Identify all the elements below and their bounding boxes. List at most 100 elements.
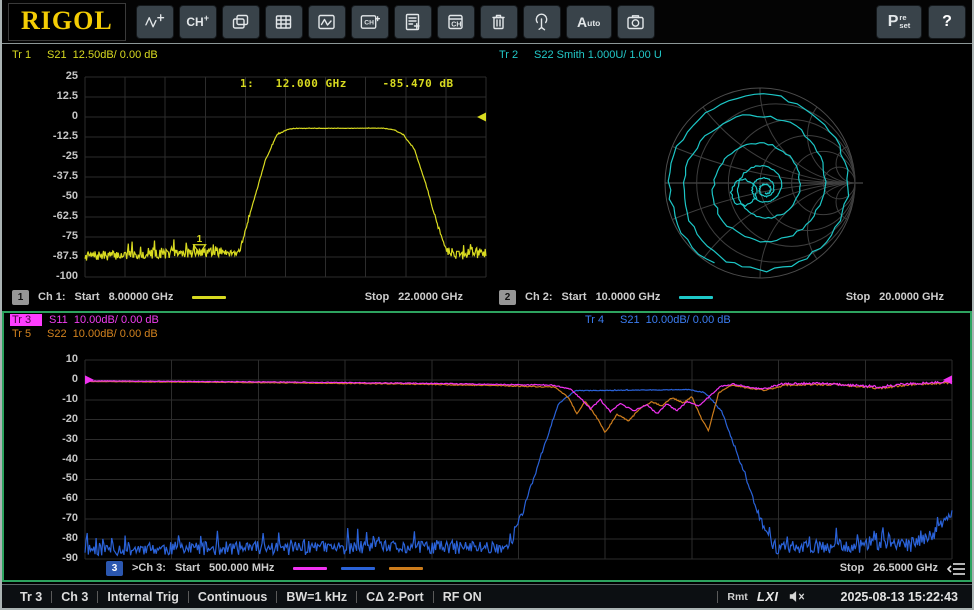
ch3-stop-value[interactable]: 26.5000 GHz bbox=[873, 562, 938, 574]
w2-smith-chart[interactable] bbox=[489, 46, 972, 309]
ch2-stop-label: Stop bbox=[846, 291, 870, 303]
grid bbox=[85, 77, 486, 277]
help-button[interactable]: ? bbox=[928, 5, 966, 39]
ch1-stop-label: Stop bbox=[365, 291, 389, 303]
trash-icon bbox=[488, 12, 509, 32]
status-item-ch-3[interactable]: Ch 3 bbox=[52, 590, 97, 604]
reference-level-marker[interactable] bbox=[85, 375, 94, 384]
ch3-start-label: Start bbox=[175, 562, 200, 574]
status-item-tr-3[interactable]: Tr 3 bbox=[16, 590, 51, 604]
tr5-params[interactable]: S22 10.00dB/ 0.00 dB bbox=[47, 328, 158, 340]
w2-footer: 2 Ch 2: Start 10.0000 GHz Stop 20.0000 G… bbox=[499, 289, 944, 305]
status-item-continuous[interactable]: Continuous bbox=[189, 590, 276, 604]
bezel-left bbox=[0, 0, 2, 610]
remote-indicator: Rmt bbox=[727, 591, 747, 603]
window-ch1[interactable]: Tr 1 S21 12.50dB/ 0.00 dB 2512.50-12.5-2… bbox=[2, 46, 487, 309]
tr5-label[interactable]: Tr 5 bbox=[12, 328, 40, 340]
trace-color-swatch bbox=[679, 296, 713, 299]
w2-header: Tr 2 S22 Smith 1.000U/ 1.00 U bbox=[499, 49, 662, 61]
lxi-indicator: LXI bbox=[757, 589, 779, 604]
status-right: Rmt LXI 2025-08-13 15:22:43 bbox=[717, 589, 958, 604]
rigol-logo: RIGOL bbox=[8, 3, 126, 41]
tr1-params[interactable]: S21 12.50dB/ 0.00 dB bbox=[47, 49, 158, 61]
w3-header-row2: Tr 5 S22 10.00dB/ 0.00 dB bbox=[12, 328, 158, 340]
preset-label-big: P bbox=[888, 13, 899, 31]
w1-header: Tr 1 S21 12.50dB/ 0.00 dB bbox=[12, 49, 158, 61]
status-item-c-2-port[interactable]: CΔ 2-Port bbox=[357, 590, 433, 604]
ch2-stop-value[interactable]: 20.0000 GHz bbox=[879, 291, 944, 303]
reference-level-marker[interactable] bbox=[477, 113, 486, 122]
preset-button[interactable]: P re set bbox=[876, 5, 922, 39]
ch1-start-value[interactable]: 8.00000 GHz bbox=[109, 291, 174, 303]
ch2-badge[interactable]: 2 bbox=[499, 290, 516, 305]
window-ch3-active[interactable]: Tr 3 S11 10.00dB/ 0.00 dB Tr 4 S21 10.00… bbox=[2, 311, 972, 582]
touch-mode-button[interactable] bbox=[523, 5, 561, 39]
status-item-bw-1-khz[interactable]: BW=1 kHz bbox=[277, 590, 356, 604]
camera-icon bbox=[625, 12, 646, 32]
status-item-rf-on[interactable]: RF ON bbox=[434, 590, 491, 604]
ch3-stop-label: Stop bbox=[840, 562, 864, 574]
trace-color-swatch bbox=[341, 567, 375, 570]
status-bar: Tr 3Ch 3Internal TrigContinuousBW=1 kHzC… bbox=[2, 584, 972, 608]
table-icon bbox=[273, 12, 294, 32]
w2-trace-swatches bbox=[669, 296, 713, 299]
preset-label-small: re set bbox=[899, 14, 910, 30]
tr4-label[interactable]: Tr 4 bbox=[585, 314, 613, 326]
trace-color-swatch bbox=[293, 567, 327, 570]
ch1-start-label: Start bbox=[75, 291, 100, 303]
channel-add-icon: CH bbox=[186, 15, 203, 29]
doc-plus-icon bbox=[402, 12, 423, 32]
status-item-internal-trig[interactable]: Internal Trig bbox=[98, 590, 188, 604]
w1-trace-swatches bbox=[182, 296, 226, 299]
ch1-stop-value[interactable]: 22.0000 GHz bbox=[398, 291, 463, 303]
screenshot-button[interactable] bbox=[617, 5, 655, 39]
trace-color-swatch bbox=[192, 296, 226, 299]
svg-text:CH: CH bbox=[451, 21, 461, 28]
delete-button[interactable] bbox=[480, 5, 518, 39]
trace-add-button[interactable] bbox=[136, 5, 174, 39]
window-layout-button[interactable] bbox=[222, 5, 260, 39]
trace-window-button[interactable] bbox=[308, 5, 346, 39]
status-items: Tr 3Ch 3Internal TrigContinuousBW=1 kHzC… bbox=[16, 590, 491, 604]
tr3-params[interactable]: S11 10.00dB/ 0.00 dB bbox=[49, 314, 159, 326]
ch1-label: Ch 1: bbox=[38, 291, 66, 303]
doc-ch-icon: CH bbox=[445, 12, 466, 32]
window-trace-icon bbox=[316, 12, 337, 32]
tr1-label[interactable]: Tr 1 bbox=[12, 49, 40, 61]
menu-expand-icon[interactable] bbox=[947, 561, 967, 577]
w3-header-row1: Tr 3 S11 10.00dB/ 0.00 dB bbox=[12, 314, 159, 326]
trace-color-swatch bbox=[389, 567, 423, 570]
vna-screen: RIGOL CH+CHCHAuto P re set ? Tr 1 S21 12… bbox=[0, 0, 974, 610]
window-ch2[interactable]: Tr 2 S22 Smith 1.000U/ 1.00 U 2 Ch 2: St… bbox=[489, 46, 972, 309]
tr3-label-badge[interactable]: Tr 3 bbox=[10, 314, 42, 326]
speaker-muted-icon bbox=[788, 590, 806, 603]
ch2-start-value[interactable]: 10.0000 GHz bbox=[596, 291, 661, 303]
tr2-params[interactable]: S22 Smith 1.000U/ 1.00 U bbox=[534, 49, 662, 61]
datetime: 2025-08-13 15:22:43 bbox=[841, 590, 958, 604]
toolbar: RIGOL CH+CHCHAuto P re set ? bbox=[2, 0, 972, 44]
ch3-start-value[interactable]: 500.000 MHz bbox=[209, 562, 274, 574]
w3-plot[interactable] bbox=[2, 311, 972, 582]
channel-setup-button[interactable]: CH bbox=[437, 5, 475, 39]
svg-text:CH: CH bbox=[364, 19, 374, 26]
channel-add-button[interactable]: CH+ bbox=[179, 5, 217, 39]
marker1-readout: 1: 12.000 GHz -85.470 dB bbox=[240, 77, 454, 90]
tr4-params[interactable]: S21 10.00dB/ 0.00 dB bbox=[620, 314, 731, 326]
tr2-label[interactable]: Tr 2 bbox=[499, 49, 527, 61]
w3-footer: 3 >Ch 3: Start 500.000 MHz Stop 26.5000 … bbox=[106, 560, 938, 576]
ch1-badge[interactable]: 1 bbox=[12, 290, 29, 305]
smith-grid bbox=[489, 46, 972, 309]
stack-icon bbox=[230, 12, 251, 32]
ch3-label: >Ch 3: bbox=[132, 562, 166, 574]
measurement-table-button[interactable] bbox=[265, 5, 303, 39]
ch3-badge[interactable]: 3 bbox=[106, 561, 123, 576]
channel-window-add-button[interactable]: CH bbox=[351, 5, 389, 39]
toolbar-buttons: CH+CHCHAuto bbox=[136, 5, 655, 39]
trace-add-icon bbox=[144, 12, 165, 32]
touch-icon bbox=[531, 12, 552, 32]
auto-icon: A bbox=[577, 14, 587, 30]
ch2-label: Ch 2: bbox=[525, 291, 553, 303]
trace-setup-list-button[interactable] bbox=[394, 5, 432, 39]
w3-header-tr4: Tr 4 S21 10.00dB/ 0.00 dB bbox=[585, 314, 731, 326]
auto-scale-button[interactable]: Auto bbox=[566, 5, 612, 39]
